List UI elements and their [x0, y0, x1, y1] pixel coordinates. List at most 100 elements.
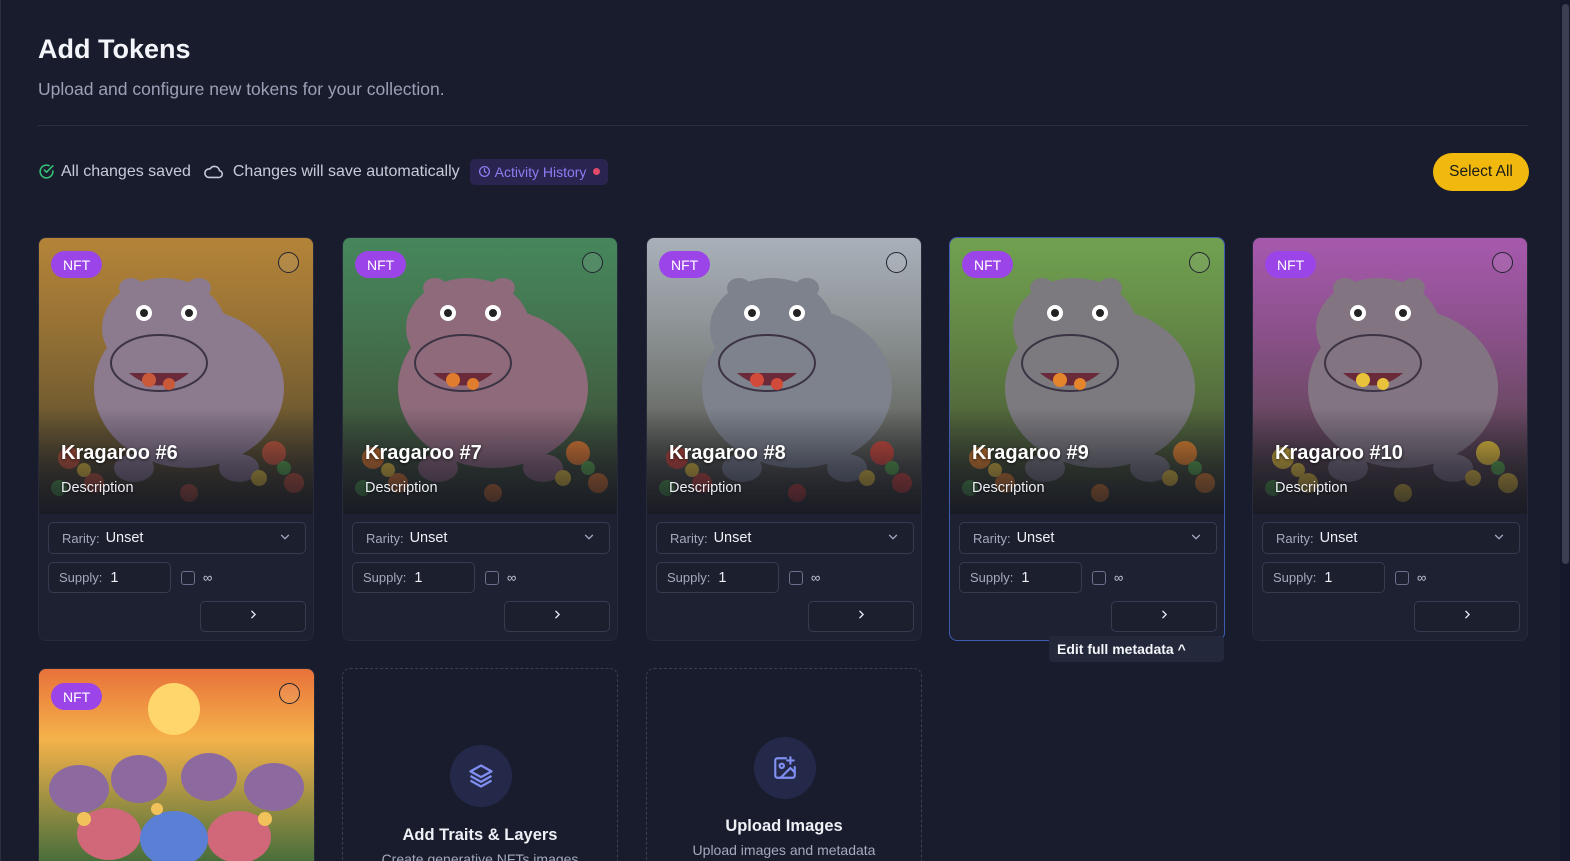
select-token-checkbox[interactable]	[278, 252, 299, 273]
artwork-shape-4	[423, 278, 447, 298]
supply-row: Supply: 1 ∞	[352, 562, 516, 593]
infinite-supply-checkbox[interactable]	[485, 570, 499, 585]
token-card[interactable]: NFT Kragaroo #7 Description Rarity: Unse…	[342, 237, 618, 641]
token-description[interactable]: Description	[669, 480, 742, 496]
nft-badge: NFT	[355, 251, 407, 278]
layers-icon	[450, 745, 512, 807]
supply-row: Supply: 1 ∞	[656, 562, 820, 593]
token-description[interactable]: Description	[1275, 480, 1348, 496]
select-token-checkbox[interactable]	[886, 252, 907, 273]
artwork-shape-11	[1356, 373, 1370, 387]
artwork-shape-5	[1098, 278, 1122, 298]
supply-label: Supply:	[59, 570, 103, 585]
upload-images-card[interactable]: Upload Images Upload images and metadata	[646, 668, 922, 861]
select-token-checkbox[interactable]	[279, 683, 300, 704]
supply-input[interactable]: Supply: 1	[1262, 562, 1385, 593]
rarity-value: Unset	[105, 530, 144, 546]
artwork-shape-9	[489, 309, 497, 317]
infinite-supply-checkbox[interactable]	[181, 570, 195, 585]
token-description[interactable]: Description	[365, 480, 438, 496]
chevron-down-icon	[278, 530, 292, 547]
token-name[interactable]: Kragaroo #9	[972, 442, 1089, 465]
chevron-down-icon	[1492, 530, 1506, 547]
rarity-value: Unset	[409, 530, 448, 546]
artwork-shape-9	[185, 309, 193, 317]
artwork-shape-4	[119, 278, 143, 298]
artwork-shape-4	[727, 278, 751, 298]
token-name[interactable]: Kragaroo #7	[365, 442, 482, 465]
rarity-select[interactable]: Rarity: Unset	[959, 522, 1217, 554]
clock-icon	[478, 165, 491, 178]
artwork-shape-4	[1030, 278, 1054, 298]
artwork-shape-4	[1333, 278, 1357, 298]
scrollbar-thumb[interactable]	[1562, 4, 1569, 564]
artwork-shape-7	[444, 309, 452, 317]
infinite-supply-checkbox[interactable]	[1395, 570, 1409, 585]
token-name[interactable]: Kragaroo #8	[669, 442, 786, 465]
supply-value: 1	[1324, 569, 1333, 586]
edit-metadata-button[interactable]	[1414, 601, 1520, 632]
token-card[interactable]: NFT Kragaroo #8 Description Rarity: Unse…	[646, 237, 922, 641]
token-card[interactable]: NFT Kragaroo #10 Description Rarity: Uns…	[1252, 237, 1528, 641]
rarity-select[interactable]: Rarity: Unset	[1262, 522, 1520, 554]
token-card[interactable]: NFT Kragaroo #6 Description Rarity: Unse…	[38, 237, 314, 641]
divider	[38, 125, 1528, 126]
token-card-group[interactable]: NFT	[38, 668, 315, 861]
artwork-shape-12	[771, 378, 783, 390]
cloud-icon	[203, 163, 224, 180]
rarity-label: Rarity:	[366, 530, 404, 546]
token-description[interactable]: Description	[972, 480, 1045, 496]
infinite-supply-checkbox[interactable]	[789, 570, 803, 585]
rarity-value: Unset	[1016, 530, 1055, 546]
add-traits-layers-card[interactable]: Add Traits & Layers Create generative NF…	[342, 668, 618, 861]
infinite-label: ∞	[811, 570, 821, 585]
rarity-select[interactable]: Rarity: Unset	[48, 522, 306, 554]
activity-history-button[interactable]: Activity History	[469, 158, 609, 185]
token-card[interactable]: NFT Kragaroo #9 Description Rarity: Unse…	[949, 237, 1225, 641]
edit-metadata-button[interactable]	[200, 601, 306, 632]
token-name[interactable]: Kragaroo #6	[61, 442, 178, 465]
token-description[interactable]: Description	[61, 480, 134, 496]
edit-metadata-button[interactable]	[1111, 601, 1217, 632]
artwork-shape-5	[187, 278, 211, 298]
autosave-status: Changes will save automatically	[203, 163, 460, 181]
rarity-select[interactable]: Rarity: Unset	[656, 522, 914, 554]
scrollbar[interactable]	[1560, 0, 1570, 861]
infinite-supply-checkbox[interactable]	[1092, 570, 1106, 585]
supply-value: 1	[1021, 569, 1030, 586]
notification-dot	[593, 168, 601, 175]
supply-row: Supply: 1 ∞	[48, 562, 212, 593]
saved-status: All changes saved	[38, 163, 191, 181]
token-name[interactable]: Kragaroo #10	[1275, 442, 1403, 465]
supply-label: Supply:	[667, 570, 711, 585]
supply-input[interactable]: Supply: 1	[352, 562, 475, 593]
add-traits-subtitle: Create generative NFTs images	[381, 851, 579, 861]
save-status-bar: All changes saved Changes will save auto…	[38, 158, 609, 185]
chevron-down-icon	[886, 530, 900, 547]
upload-images-subtitle: Upload images and metadata	[692, 842, 876, 858]
nft-badge: NFT	[659, 251, 711, 278]
select-token-checkbox[interactable]	[1189, 252, 1210, 273]
select-token-checkbox[interactable]	[582, 252, 603, 273]
add-traits-title: Add Traits & Layers	[402, 826, 558, 844]
edit-metadata-button[interactable]	[808, 601, 914, 632]
supply-input[interactable]: Supply: 1	[48, 562, 171, 593]
supply-label: Supply:	[363, 570, 407, 585]
supply-label: Supply:	[970, 570, 1014, 585]
rarity-value: Unset	[1319, 530, 1358, 546]
supply-input[interactable]: Supply: 1	[656, 562, 779, 593]
supply-input[interactable]: Supply: 1	[959, 562, 1082, 593]
image-plus-icon	[754, 737, 816, 799]
artwork-shape-9	[793, 309, 801, 317]
artwork-shape-12	[1377, 378, 1389, 390]
select-token-checkbox[interactable]	[1492, 252, 1513, 273]
supply-value: 1	[414, 569, 423, 586]
chevron-right-icon	[551, 608, 564, 626]
artwork-shape-12	[1074, 378, 1086, 390]
rarity-select[interactable]: Rarity: Unset	[352, 522, 610, 554]
edit-metadata-button[interactable]	[504, 601, 610, 632]
rarity-label: Rarity:	[670, 530, 708, 546]
select-all-button[interactable]: Select All	[1433, 153, 1529, 191]
chevron-down-icon	[1189, 530, 1203, 547]
artwork-shape-5	[491, 278, 515, 298]
